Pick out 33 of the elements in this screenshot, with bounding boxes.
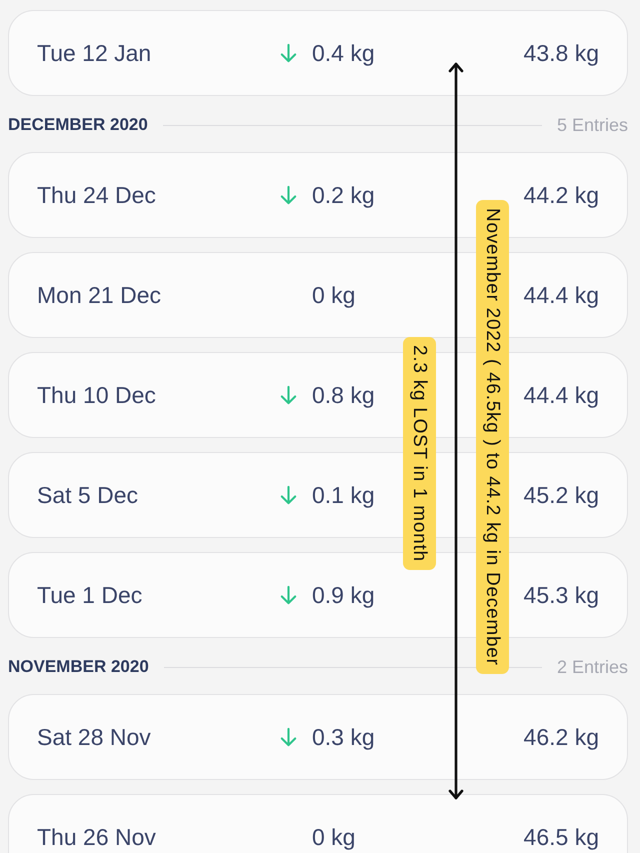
entry-date: Sat 5 Dec [37, 482, 139, 508]
entry-weight: 43.8 kg [524, 40, 599, 66]
entry-card[interactable]: Sat 28 Nov 0.3 kg 46.2 kg [8, 694, 628, 780]
weight-change: 0.8 kg [312, 382, 375, 408]
entry-weight: 45.3 kg [524, 582, 599, 608]
weight-change: 0 kg [312, 824, 356, 850]
entry-count: 2 Entries [556, 656, 628, 678]
entry-card[interactable]: Tue 12 Jan 0.4 kg 43.8 kg [8, 10, 628, 96]
weight-change: 0.1 kg [312, 482, 375, 508]
entry-date: Thu 26 Nov [37, 824, 157, 850]
entry-date: Mon 21 Dec [37, 282, 162, 308]
entry-weight: 46.2 kg [524, 724, 599, 750]
section-title: NOVEMBER 2020 [8, 657, 149, 677]
entry-card[interactable]: Thu 26 Nov 0 kg 46.5 kg [8, 794, 628, 853]
weight-change: 0 kg [312, 282, 356, 308]
annotation-label: 2.3 kg LOST in 1 month [403, 337, 436, 570]
entry-date: Tue 12 Jan [37, 40, 152, 66]
entry-weight: 44.4 kg [524, 282, 599, 308]
entry-date: Sat 28 Nov [37, 724, 152, 750]
annotation-label: November 2022 ( 46.5kg ) to 44.2 kg in December [476, 200, 509, 674]
weight-change: 0.2 kg [312, 182, 375, 208]
weight-change: 0.9 kg [312, 582, 375, 608]
entry-weight: 46.5 kg [524, 824, 599, 850]
entry-weight: 44.2 kg [524, 182, 599, 208]
section-title: DECEMBER 2020 [8, 115, 148, 135]
weight-change: 0.3 kg [312, 724, 375, 750]
entry-count: 5 Entries [556, 114, 628, 136]
entry-date: Tue 1 Dec [37, 582, 144, 608]
entry-weight: 44.4 kg [524, 382, 599, 408]
entry-weight: 45.2 kg [524, 482, 599, 508]
entry-date: Thu 24 Dec [37, 182, 157, 208]
entry-date: Thu 10 Dec [37, 382, 157, 408]
weight-change: 0.4 kg [312, 40, 375, 66]
